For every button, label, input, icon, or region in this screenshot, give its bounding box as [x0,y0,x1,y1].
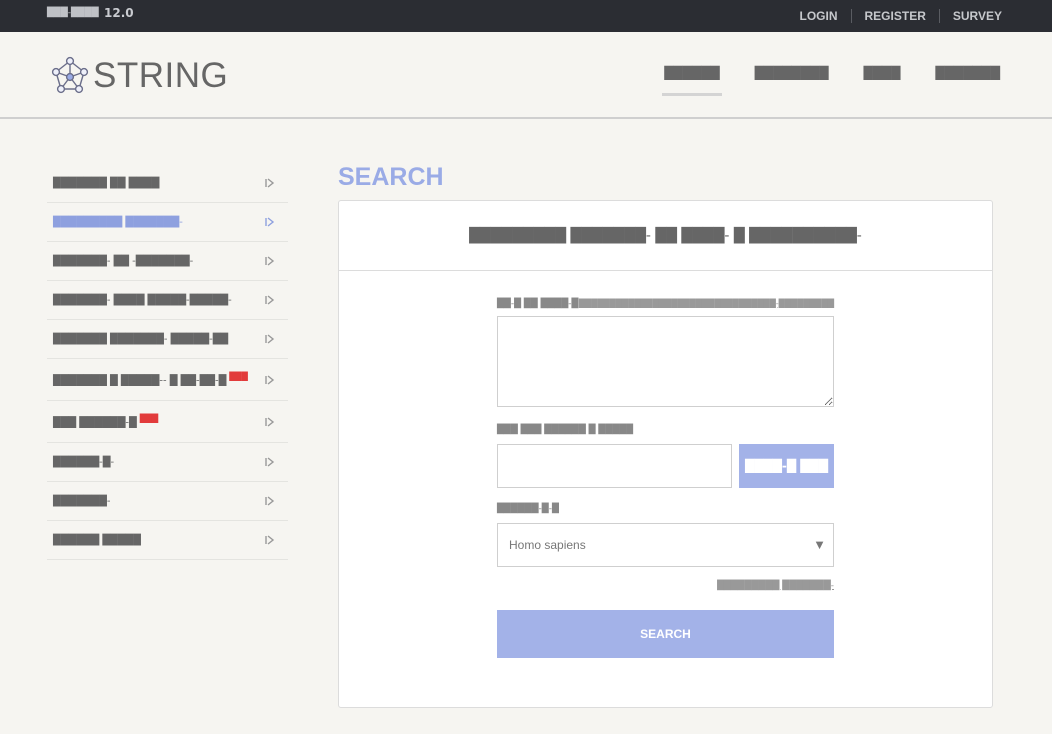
sidebar-item[interactable]: ███████- ████ █████-█████- [47,281,288,320]
sidebar-item[interactable]: ██████ █████ [47,521,288,560]
file-row: ████-█ ███ [497,444,834,488]
sidebar-item-label: ███████- [53,495,111,507]
organism-select[interactable]: Homo sapiens ▼ [497,523,834,567]
organism-value: Homo sapiens [509,538,586,552]
chevron-right-icon [265,256,275,266]
chevron-right-icon [265,374,275,385]
main-nav: ██████ ████████ ████ ███████ [629,66,1000,98]
nav-item-3[interactable]: ████ [863,66,900,98]
site-header: STRING ██████ ████████ ████ ███████ [0,32,1052,119]
register-link[interactable]: REGISTER [850,9,939,23]
sidebar-item[interactable]: ███████ ███████- █████-██ [47,320,288,359]
chevron-right-icon [265,334,275,344]
caret-down-icon: ▼ [813,537,826,552]
nav-item-1[interactable]: ██████ [662,66,723,98]
example-link[interactable]: ████████████████████████████████-███████… [579,299,834,308]
new-badge: ███ [139,414,159,424]
chevron-right-icon [265,457,275,467]
search-form: ██-█ ██ ████-█ █████████████████████████… [497,299,834,658]
nav-item-4[interactable]: ███████ [935,66,1000,98]
sidebar-item-label: ███████- ████ █████-█████- [53,294,232,306]
sidebar-item[interactable]: █████████ ███████- [47,203,288,242]
top-nav: LOGIN REGISTER SURVEY [787,0,1002,32]
chevron-right-icon [265,295,275,305]
sidebar-item-label: ███████ █ █████-- █ ██-██-█ ███ [53,372,248,387]
file-label: ███ ███ ██████ █ █████ [497,425,634,435]
login-link[interactable]: LOGIN [787,9,851,23]
new-badge: ███ [229,372,248,382]
file-input[interactable] [497,444,732,488]
network-graph-icon [51,56,89,94]
sidebar-item[interactable]: ███████- [47,482,288,521]
advanced-settings-link[interactable]: █████████ ███████- [497,581,834,591]
nav-item-2[interactable]: ████████ [755,66,829,98]
list-label: ██-█ ██ ████-█ [497,299,579,309]
version-number: 12.0 [104,6,134,20]
sidebar-item-label: ███████ ██ ████ [53,177,160,189]
panel-heading: █████████ ███████- ██ ████- █ ██████████… [339,201,992,271]
version-label: ███-████ [47,8,99,18]
sidebar-item[interactable]: ███████ █ █████-- █ ██-██-█ ███ [47,359,288,401]
page-title: SEARCH [338,163,444,191]
sidebar-item-label: ███████ ███████- █████-██ [53,333,229,345]
sidebar-item-label: █████████ ███████- [53,216,183,228]
search-panel: █████████ ███████- ██ ████- █ ██████████… [338,200,993,708]
sidebar-item[interactable]: ███████ ██ ████ [47,164,288,203]
survey-link[interactable]: SURVEY [938,9,1002,23]
logo[interactable]: STRING [50,56,228,96]
chevron-right-icon [265,496,275,506]
organism-label: ██████-█-█ [497,504,559,514]
sidebar: ███████ ██ ████ █████████ ███████- █████… [47,164,288,560]
sidebar-item[interactable]: ██████-█- [47,443,288,482]
list-label-row: ██-█ ██ ████-█ █████████████████████████… [497,299,834,309]
logo-text: STRING [93,56,229,95]
browse-button[interactable]: ████-█ ███ [739,444,834,488]
search-button[interactable]: SEARCH [497,610,834,658]
chevron-right-icon [265,178,275,188]
sidebar-item[interactable]: ███████- ██ -███████- [47,242,288,281]
sidebar-item-label: ███████- ██ -███████- [53,255,194,267]
names-textarea[interactable] [497,316,834,407]
sidebar-item-label: ███ ██████-█ ███ [53,414,159,429]
sidebar-item-label: ██████-█- [53,456,115,468]
top-bar: ███-████ 12.0 LOGIN REGISTER SURVEY [0,0,1052,32]
sidebar-item[interactable]: ███ ██████-█ ███ [47,401,288,443]
chevron-right-icon [265,217,275,227]
sidebar-item-label: ██████ █████ [53,534,141,546]
chevron-right-icon [265,535,275,545]
chevron-right-icon [265,416,275,427]
